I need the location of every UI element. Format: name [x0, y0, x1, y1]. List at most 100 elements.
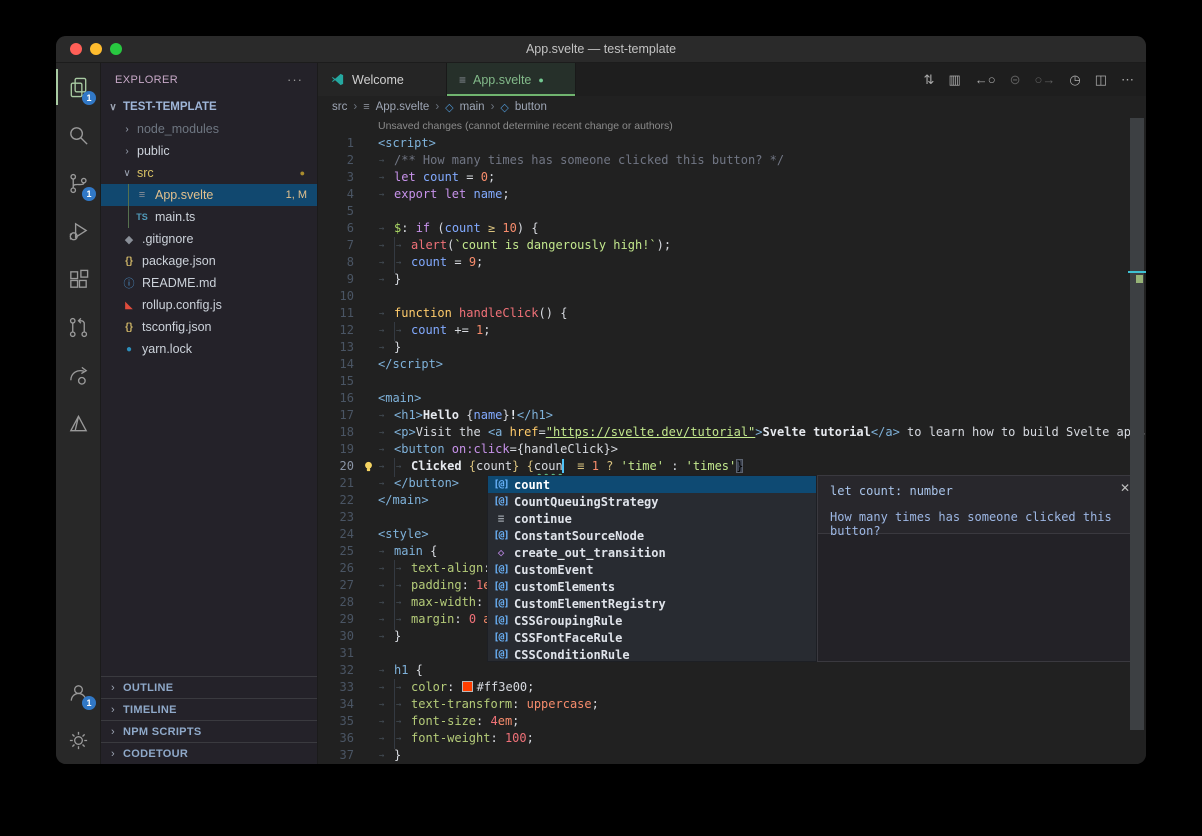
open-preview-icon[interactable]: ▥	[948, 72, 960, 88]
current-change-icon[interactable]: ⊝	[1010, 72, 1021, 88]
tree-item-main-ts[interactable]: TSmain.ts	[101, 206, 317, 228]
section-codetour[interactable]: ›CODETOUR	[101, 742, 317, 764]
breadcrumb-src[interactable]: src	[332, 101, 347, 113]
chevron-right-icon: ›	[353, 101, 357, 113]
tab-welcome[interactable]: Welcome	[318, 63, 447, 96]
suggestion-count[interactable]: [@]count	[488, 476, 816, 493]
compare-changes-icon[interactable]: ⇅	[924, 72, 935, 88]
code-line-8[interactable]: 8count = 9;	[318, 254, 1146, 271]
suggestion-customelementregistry[interactable]: [@]CustomElementRegistry	[488, 595, 816, 612]
code-line-2[interactable]: 2/** How many times has someone clicked …	[318, 152, 1146, 169]
tree-item-package-json[interactable]: {}package.json	[101, 250, 317, 272]
code-line-34[interactable]: 34text-transform: uppercase;	[318, 696, 1146, 713]
lightbulb-icon[interactable]	[362, 460, 375, 473]
breadcrumb-main[interactable]: main	[460, 101, 485, 113]
sidebar-more-actions-button[interactable]: ···	[287, 72, 303, 87]
code-line-20[interactable]: 20Clicked {count} {coun ≡ 1 ? 'time' : '…	[318, 458, 1146, 475]
suggestion-cssfontfacerule[interactable]: [@]CSSFontFaceRule	[488, 629, 816, 646]
line-number: 32	[318, 662, 354, 679]
line-content: color: #ff3e00;	[378, 679, 534, 696]
tree-item-yarn-lock[interactable]: ●yarn.lock	[101, 338, 317, 360]
settings-button[interactable]	[56, 716, 100, 764]
tab-app-svelte[interactable]: ≡ App.svelte ●	[447, 63, 576, 96]
code-line-35[interactable]: 35font-size: 4em;	[318, 713, 1146, 730]
activity-search-button[interactable]	[56, 111, 100, 159]
suggestion-constantsourcenode[interactable]: [@]ConstantSourceNode	[488, 527, 816, 544]
code-line-12[interactable]: 12count += 1;	[318, 322, 1146, 339]
editor-scrollbar[interactable]	[1128, 118, 1146, 764]
split-editor-icon[interactable]: ◫	[1095, 72, 1107, 88]
code-editor[interactable]: Unsaved changes (cannot determine recent…	[318, 118, 1146, 764]
suggestion-customelements[interactable]: [@]customElements	[488, 578, 816, 595]
symbol-var-icon: [@]	[488, 581, 514, 592]
code-line-37[interactable]: 37}	[318, 747, 1146, 764]
tree-item-readme-md[interactable]: ⓘREADME.md	[101, 272, 317, 294]
code-line-17[interactable]: 17<h1>Hello {name}!</h1>	[318, 407, 1146, 424]
code-line-1[interactable]: 1<script>	[318, 135, 1146, 152]
activity-github-pr-button[interactable]	[56, 303, 100, 351]
symbol-var-icon: [@]	[488, 496, 514, 507]
code-line-32[interactable]: 32h1 {	[318, 662, 1146, 679]
code-line-14[interactable]: 14</script>	[318, 356, 1146, 373]
suggestion-cssgroupingrule[interactable]: [@]CSSGroupingRule	[488, 612, 816, 629]
code-line-10[interactable]: 10	[318, 288, 1146, 305]
previous-change-icon[interactable]: ←○	[975, 72, 996, 87]
code-line-4[interactable]: 4export let name;	[318, 186, 1146, 203]
code-line-5[interactable]: 5	[318, 203, 1146, 220]
tree-item-node-modules[interactable]: ›node_modules	[101, 118, 317, 140]
line-content: </script>	[378, 356, 443, 373]
tree-root-folder[interactable]: ∨ TEST-TEMPLATE	[101, 96, 317, 118]
ts-icon: TS	[134, 212, 150, 222]
line-number: 20	[318, 458, 354, 475]
code-line-7[interactable]: 7alert(`count is dangerously high!`);	[318, 237, 1146, 254]
symbol-cube-icon: ◇	[445, 101, 453, 114]
suggestion-create_out_transition[interactable]: ◇create_out_transition	[488, 544, 816, 561]
tree-item--gitignore[interactable]: ◆.gitignore	[101, 228, 317, 250]
scrollbar-slider[interactable]	[1130, 118, 1144, 730]
suggestion-continue[interactable]: ≡continue	[488, 510, 816, 527]
activity-source-control-button[interactable]: 1	[56, 159, 100, 207]
svelte-lines-icon: ≡	[134, 189, 150, 201]
line-number: 10	[318, 288, 354, 305]
line-number: 5	[318, 203, 354, 220]
tree-item-rollup-config-js[interactable]: ◣rollup.config.js	[101, 294, 317, 316]
line-number: 16	[318, 390, 354, 407]
breadcrumb-button[interactable]: button	[515, 101, 547, 113]
suggestion-customevent[interactable]: [@]CustomEvent	[488, 561, 816, 578]
code-line-16[interactable]: 16<main>	[318, 390, 1146, 407]
section-npm-scripts[interactable]: ›NPM SCRIPTS	[101, 720, 317, 742]
suggestion-countqueuingstrategy[interactable]: [@]CountQueuingStrategy	[488, 493, 816, 510]
line-number: 3	[318, 169, 354, 186]
tree-item-tsconfig-json[interactable]: {}tsconfig.json	[101, 316, 317, 338]
tree-item-public[interactable]: ›public	[101, 140, 317, 162]
code-line-15[interactable]: 15	[318, 373, 1146, 390]
next-change-icon[interactable]: ○→	[1035, 72, 1056, 87]
file-lines-icon: ≡	[363, 101, 369, 113]
activity-extensions-button[interactable]	[56, 255, 100, 303]
section-timeline[interactable]: ›TIMELINE	[101, 698, 317, 720]
accounts-button[interactable]: 1	[56, 668, 100, 716]
code-line-6[interactable]: 6$: if (count ≥ 10) {	[318, 220, 1146, 237]
breadcrumb-app-svelte[interactable]: App.svelte	[376, 101, 430, 113]
more-actions-icon[interactable]: ⋯	[1121, 72, 1134, 88]
line-number: 8	[318, 254, 354, 271]
code-line-13[interactable]: 13}	[318, 339, 1146, 356]
activity-azure-button[interactable]	[56, 399, 100, 447]
activity-live-share-button[interactable]	[56, 351, 100, 399]
section-outline[interactable]: ›OUTLINE	[101, 676, 317, 698]
code-line-19[interactable]: 19<button on:click={handleClick}>	[318, 441, 1146, 458]
activity-explorer-button[interactable]: 1	[56, 63, 100, 111]
tree-item-app-svelte[interactable]: ≡App.svelte1, M	[101, 184, 317, 206]
open-timeline-icon[interactable]: ◷	[1069, 72, 1080, 88]
code-line-9[interactable]: 9}	[318, 271, 1146, 288]
code-line-33[interactable]: 33color: #ff3e00;	[318, 679, 1146, 696]
activity-run-debug-button[interactable]	[56, 207, 100, 255]
tree-item-src[interactable]: ∨src●	[101, 162, 317, 184]
code-line-3[interactable]: 3let count = 0;	[318, 169, 1146, 186]
code-line-11[interactable]: 11function handleClick() {	[318, 305, 1146, 322]
code-line-36[interactable]: 36font-weight: 100;	[318, 730, 1146, 747]
codelens-unsaved-changes[interactable]: Unsaved changes (cannot determine recent…	[318, 118, 1146, 135]
sidebar-bottom-sections: ›OUTLINE›TIMELINE›NPM SCRIPTS›CODETOUR	[101, 676, 317, 764]
suggestion-cssconditionrule[interactable]: [@]CSSConditionRule	[488, 646, 816, 663]
code-line-18[interactable]: 18<p>Visit the <a href="https://svelte.d…	[318, 424, 1146, 441]
